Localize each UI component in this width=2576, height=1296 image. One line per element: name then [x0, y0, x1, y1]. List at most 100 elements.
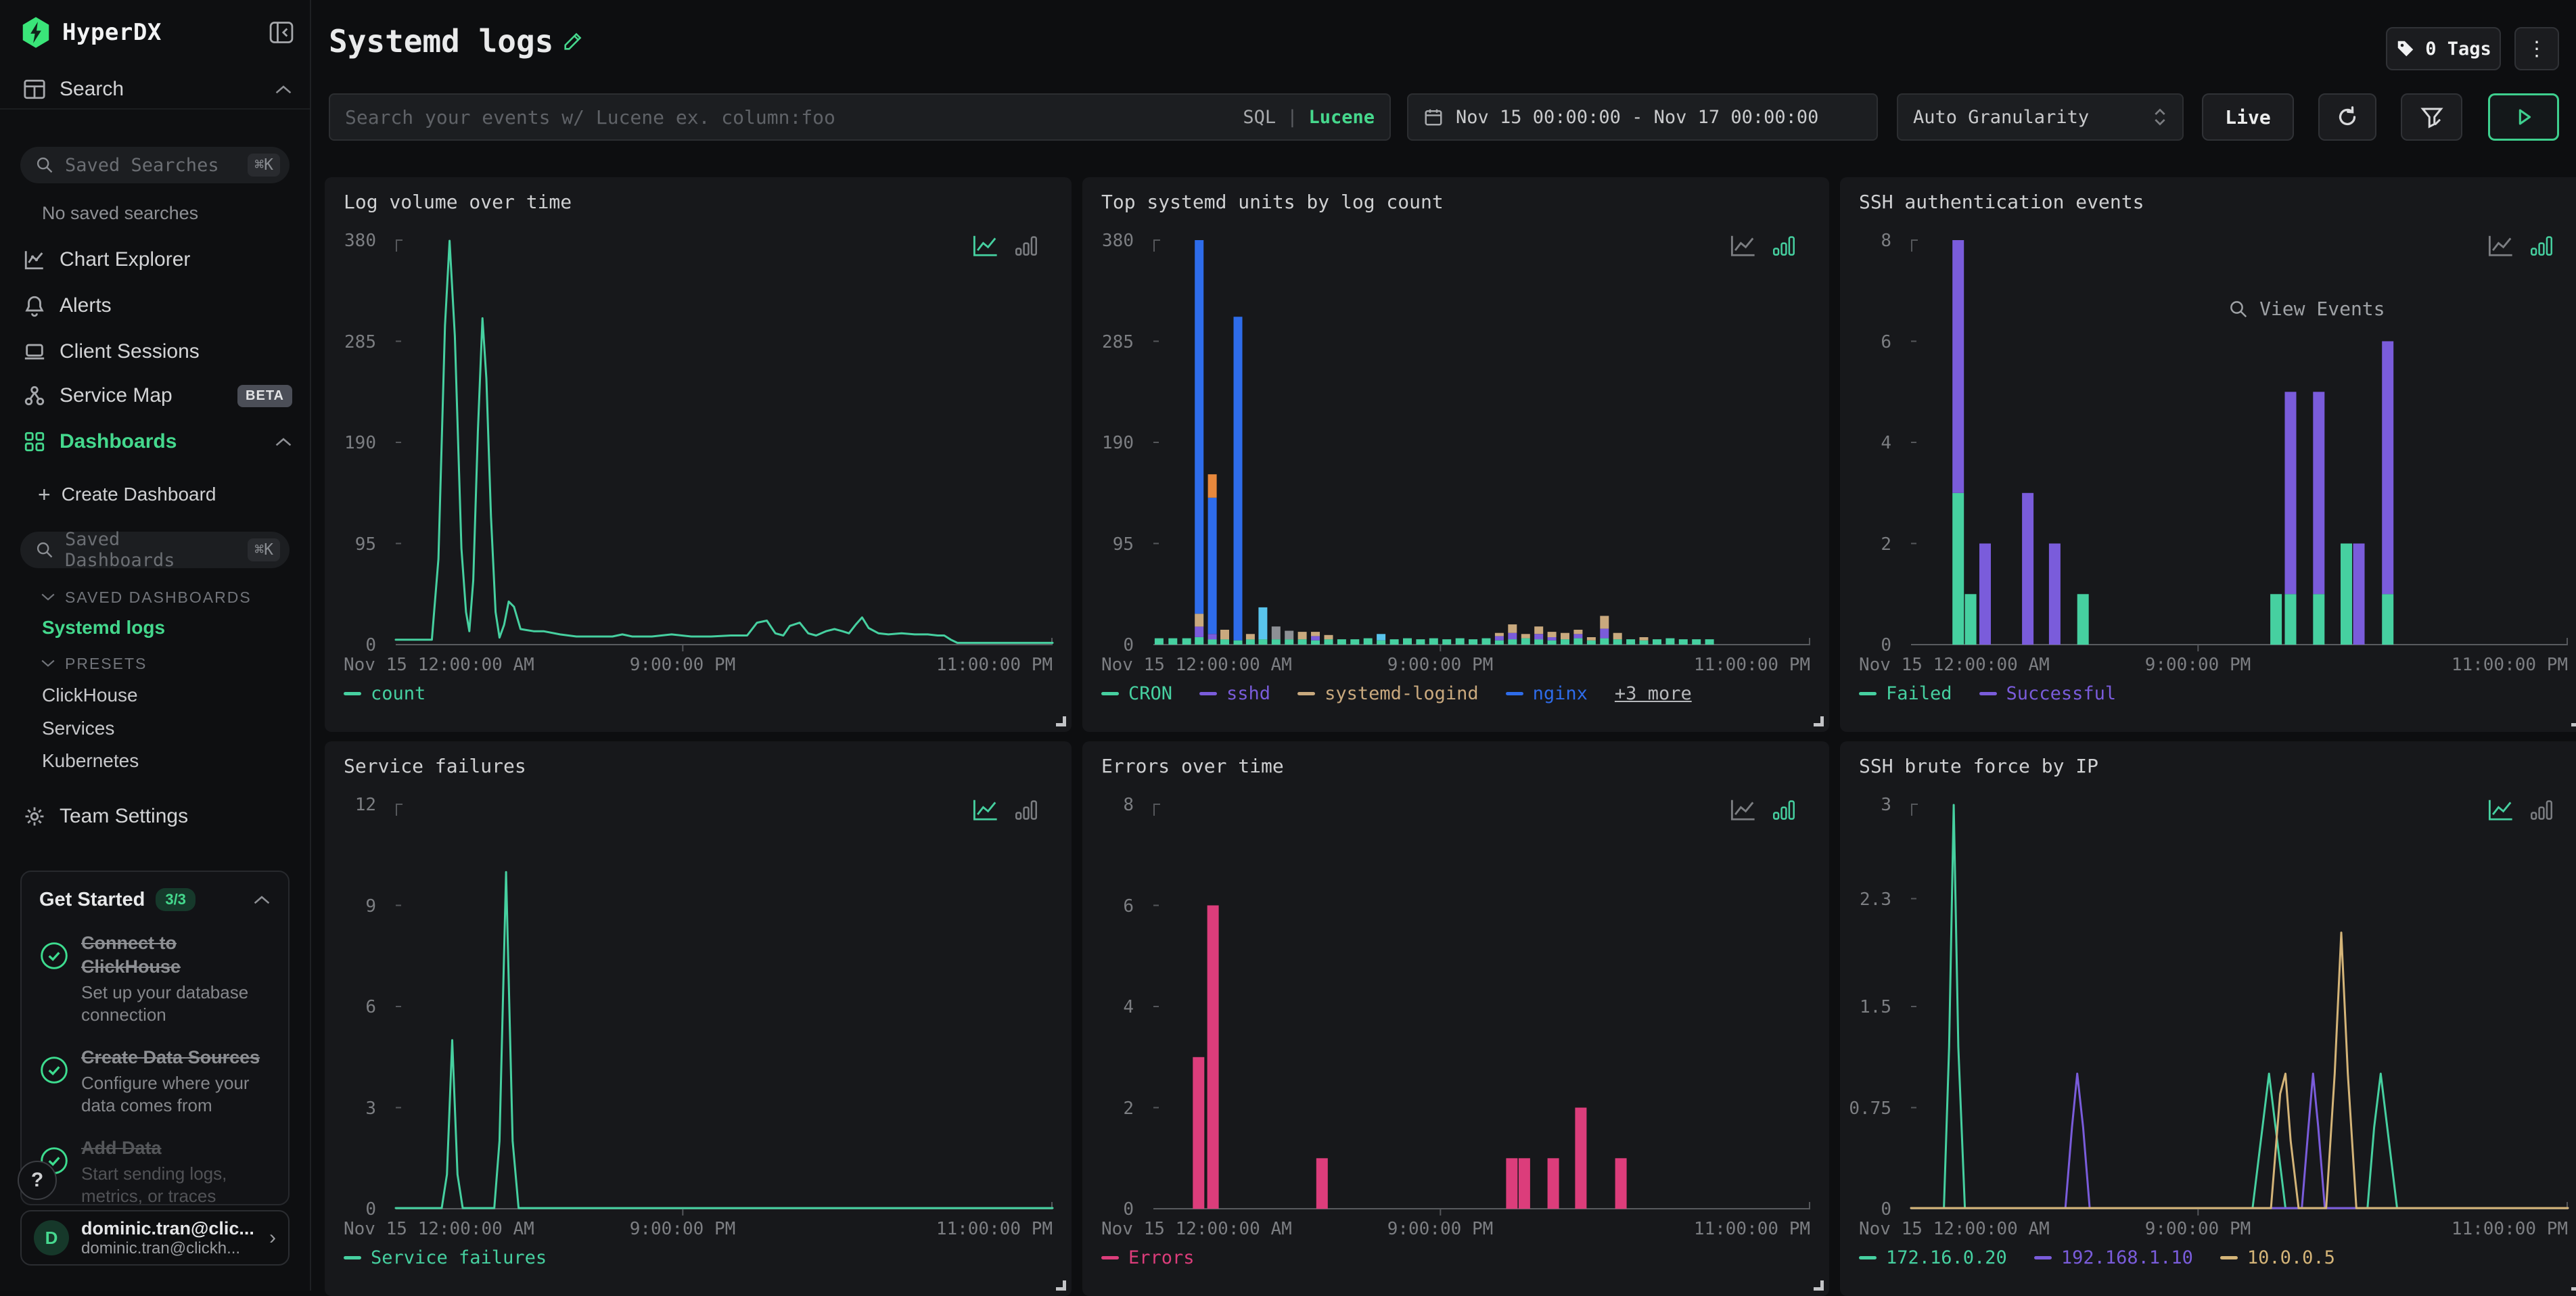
- sidebar-item-label: Service Map: [60, 384, 172, 407]
- sidebar-item-client-sessions[interactable]: Client Sessions: [0, 333, 310, 371]
- legend-item[interactable]: Service failures: [344, 1247, 547, 1268]
- section-presets[interactable]: PRESETS: [41, 652, 147, 675]
- x-axis: Nov 15 12:00:00 AM9:00:00 PM11:00:00 PM: [1101, 1219, 1810, 1242]
- y-axis-tick-label: 190: [344, 433, 376, 453]
- divider: [0, 108, 310, 110]
- create-dashboard-button[interactable]: + Create Dashboard: [38, 478, 216, 511]
- sidebar: HyperDX Search Saved Searches ⌘K No save…: [0, 0, 311, 1291]
- legend-item[interactable]: 10.0.0.5: [2220, 1247, 2335, 1268]
- event-search-input[interactable]: Search your events w/ Lucene ex. column:…: [329, 93, 1391, 141]
- sql-mode-toggle[interactable]: SQL: [1243, 107, 1276, 128]
- panel-service-failures: Service failures 036912 Nov 15 12:00:00 …: [325, 741, 1072, 1296]
- x-axis-tick-label: 11:00:00 PM: [2452, 655, 2568, 675]
- dashboard-item-clickhouse[interactable]: ClickHouse: [42, 683, 138, 708]
- refresh-button[interactable]: [2318, 93, 2376, 141]
- get-started-item[interactable]: Add Data Start sending logs, metrics, or…: [39, 1136, 271, 1205]
- get-started-item-title: Create Data Sources: [81, 1046, 271, 1069]
- plus-icon: +: [38, 482, 51, 507]
- legend-more-link[interactable]: +3 more: [1615, 683, 1692, 704]
- legend-item[interactable]: systemd-logind: [1297, 683, 1479, 704]
- chevron-right-icon: ›: [269, 1226, 276, 1249]
- shortcut-badge: ⌘K: [248, 154, 280, 177]
- dashboard-item-systemd-logs[interactable]: Systemd logs: [42, 616, 165, 640]
- sidebar-item-label: Client Sessions: [60, 340, 200, 363]
- sidebar-item-dashboards[interactable]: Dashboards: [0, 423, 310, 461]
- sidebar-item-label: Dashboards: [60, 430, 177, 453]
- saved-dashboards-input[interactable]: Saved Dashboards ⌘K: [20, 532, 290, 568]
- tags-button[interactable]: 0 Tags: [2386, 27, 2501, 70]
- live-button[interactable]: Live: [2202, 93, 2294, 141]
- legend-label: nginx: [1533, 683, 1588, 704]
- legend-item[interactable]: Failed: [1859, 683, 1952, 704]
- resize-handle[interactable]: [2571, 716, 2576, 726]
- help-button[interactable]: ?: [18, 1161, 57, 1200]
- section-saved-dashboards[interactable]: SAVED DASHBOARDS: [41, 586, 252, 609]
- resize-handle[interactable]: [2571, 1280, 2576, 1291]
- hyperdx-logo-icon: [22, 17, 50, 48]
- edit-pencil-icon[interactable]: [561, 30, 584, 53]
- legend-item[interactable]: 172.16.0.20: [1859, 1247, 2007, 1268]
- x-axis-tick-label: Nov 15 12:00:00 AM: [344, 1219, 534, 1239]
- sidebar-item-team-settings[interactable]: Team Settings: [0, 797, 310, 835]
- kebab-menu-button[interactable]: ⋮: [2514, 27, 2559, 70]
- y-axis-tick-label: 2: [1881, 534, 1891, 555]
- legend-item[interactable]: count: [344, 683, 426, 704]
- legend-item[interactable]: 192.168.1.10: [2034, 1247, 2193, 1268]
- x-axis-tick-label: Nov 15 12:00:00 AM: [344, 655, 534, 675]
- chevron-up-icon: [275, 436, 292, 447]
- get-started-item-title: Add Data: [81, 1136, 271, 1160]
- chart-legend: Failed Successful: [1859, 683, 2116, 704]
- lucene-mode-toggle[interactable]: Lucene: [1308, 107, 1375, 128]
- user-menu[interactable]: D dominic.tran@clic... dominic.tran@clic…: [20, 1210, 290, 1266]
- legend-item[interactable]: sshd: [1199, 683, 1270, 704]
- legend-label: Service failures: [371, 1247, 547, 1268]
- dashboard-item-services[interactable]: Services: [42, 716, 114, 741]
- get-started-item[interactable]: Connect to ClickHouse Set up your databa…: [39, 931, 271, 1025]
- resize-handle[interactable]: [1814, 716, 1824, 726]
- y-axis-tick-label: 380: [1102, 231, 1134, 251]
- time-range-picker[interactable]: Nov 15 00:00:00 - Nov 17 00:00:00: [1407, 93, 1878, 141]
- sidebar-item-alerts[interactable]: Alerts: [0, 287, 310, 325]
- legend-item[interactable]: Errors: [1101, 1247, 1195, 1268]
- y-axis-tick-label: 4: [1881, 433, 1891, 453]
- granularity-value: Auto Granularity: [1913, 107, 2153, 128]
- y-axis-tick-label: 6: [365, 997, 376, 1017]
- saved-searches-input[interactable]: Saved Searches ⌘K: [20, 147, 290, 183]
- granularity-select[interactable]: Auto Granularity: [1897, 93, 2184, 141]
- resize-handle[interactable]: [1814, 1280, 1824, 1291]
- x-axis-tick-label: 11:00:00 PM: [1694, 1219, 1810, 1239]
- resize-handle[interactable]: [1056, 1280, 1066, 1291]
- chevron-up-icon[interactable]: [253, 894, 271, 905]
- y-axis-tick-label: 0: [365, 635, 376, 655]
- filter-button[interactable]: [2401, 93, 2462, 141]
- sidebar-item-chart-explorer[interactable]: Chart Explorer: [0, 241, 310, 279]
- chart-plot[interactable]: [1911, 239, 2568, 645]
- x-axis-tick-label: 11:00:00 PM: [936, 655, 1053, 675]
- sidebar-collapse-icon[interactable]: [269, 21, 294, 44]
- chart-legend: 172.16.0.20 192.168.1.10 10.0.0.5: [1859, 1247, 2335, 1268]
- chart-plot[interactable]: [1153, 239, 1810, 645]
- y-axis-tick-label: 6: [1123, 896, 1134, 917]
- chart-plot[interactable]: [1153, 804, 1810, 1209]
- chart-plot[interactable]: [1911, 804, 2568, 1209]
- avatar: D: [34, 1220, 69, 1255]
- chart-plot[interactable]: [396, 804, 1053, 1209]
- y-axis-tick-label: 95: [1113, 534, 1134, 555]
- get-started-item-desc: Start sending logs, metrics, or traces: [81, 1163, 271, 1205]
- dashboard-item-kubernetes[interactable]: Kubernetes: [42, 749, 139, 773]
- chart-plot[interactable]: [396, 239, 1053, 645]
- y-axis-tick-label: 9: [365, 896, 376, 917]
- legend-swatch: [1101, 1256, 1119, 1259]
- legend-item[interactable]: Successful: [1979, 683, 2117, 704]
- chart-canvas: [396, 804, 1053, 1209]
- x-axis-tick-label: 9:00:00 PM: [630, 1219, 736, 1239]
- legend-item[interactable]: CRON: [1101, 683, 1172, 704]
- get-started-item[interactable]: Create Data Sources Configure where your…: [39, 1046, 271, 1116]
- shortcut-badge: ⌘K: [248, 538, 280, 561]
- y-axis-tick-label: 0.75: [1849, 1098, 1891, 1119]
- run-query-button[interactable]: [2488, 93, 2559, 141]
- resize-handle[interactable]: [1056, 716, 1066, 726]
- sidebar-item-service-map[interactable]: Service Map BETA: [0, 377, 310, 415]
- sidebar-item-search[interactable]: Search: [0, 70, 310, 108]
- legend-item[interactable]: nginx: [1506, 683, 1588, 704]
